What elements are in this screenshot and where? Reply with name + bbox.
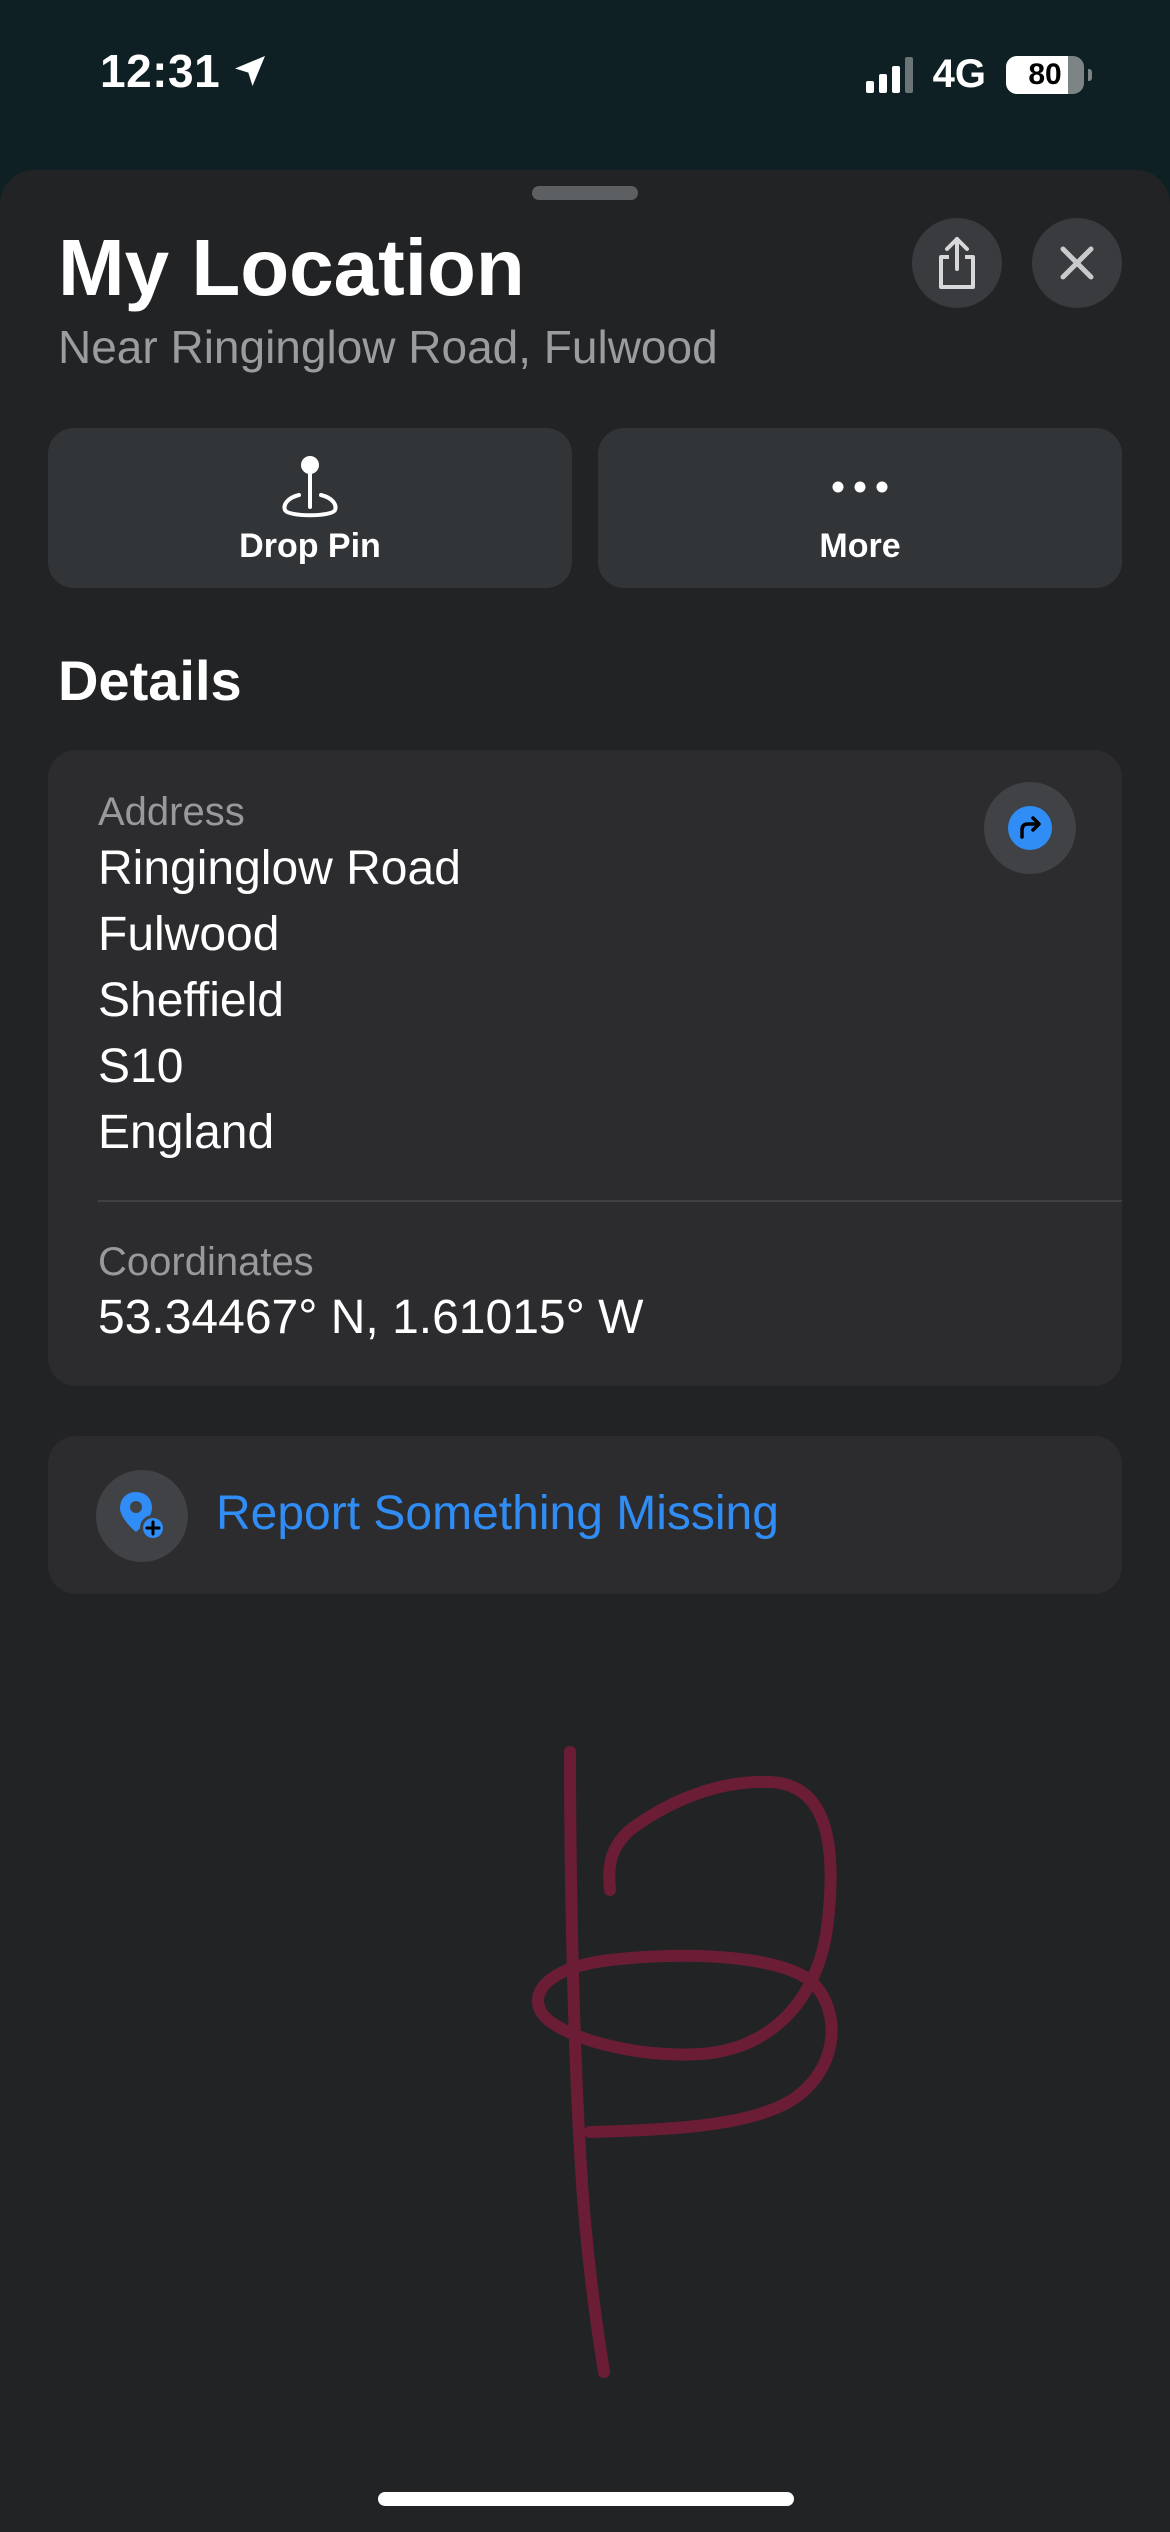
details-heading: Details [58, 649, 242, 712]
location-subtitle: Near Ringinglow Road, Fulwood [58, 321, 718, 373]
address-line: Ringinglow Road [98, 842, 461, 895]
coordinates-value[interactable]: 53.34467° N, 1.61015° W [98, 1290, 643, 1345]
drop-pin-button[interactable]: Drop Pin [48, 428, 572, 588]
page-title: My Location [58, 223, 525, 312]
address-lines: Ringinglow Road Fulwood Sheffield S10 En… [98, 836, 461, 1166]
divider [98, 1200, 1122, 1202]
handwritten-doodle [532, 1746, 838, 2378]
report-something-missing-button[interactable]: Report Something Missing [48, 1436, 1122, 1594]
coordinates-label: Coordinates [98, 1240, 314, 1284]
more-label: More [819, 526, 901, 565]
address-line: Fulwood [98, 908, 280, 961]
close-icon [1060, 246, 1094, 280]
directions-icon [1008, 806, 1052, 850]
directions-button[interactable] [984, 782, 1076, 874]
details-card: Address Ringinglow Road Fulwood Sheffiel… [48, 750, 1122, 1386]
sheet-grabber[interactable] [532, 186, 638, 200]
battery-icon: 80 [1006, 55, 1084, 94]
report-missing-icon [120, 1492, 166, 1541]
share-button[interactable] [912, 218, 1002, 308]
location-arrow-icon [235, 56, 266, 86]
home-indicator[interactable] [378, 2492, 794, 2506]
network-type: 4G [932, 52, 986, 96]
status-time: 12:31 [100, 45, 221, 97]
close-button[interactable] [1032, 218, 1122, 308]
address-line: S10 [98, 1040, 184, 1093]
share-icon [939, 237, 975, 289]
more-button[interactable]: More [598, 428, 1122, 588]
address-line: England [98, 1106, 275, 1159]
drop-pin-icon [282, 455, 338, 517]
address-line: Sheffield [98, 974, 284, 1027]
status-indicators: 4G 80 [865, 52, 1092, 97]
status-bar: 12:31 4G 80 [0, 0, 1170, 170]
battery-level: 80 [1028, 57, 1062, 91]
drop-pin-label: Drop Pin [239, 526, 381, 565]
more-dots-icon [832, 481, 888, 492]
report-label: Report Something Missing [216, 1487, 779, 1540]
status-time-group: 12:31 [100, 44, 270, 98]
battery-nub [1088, 68, 1092, 81]
address-label: Address [98, 790, 245, 834]
report-icon-badge [96, 1470, 188, 1562]
signal-strength-icon [865, 56, 913, 93]
